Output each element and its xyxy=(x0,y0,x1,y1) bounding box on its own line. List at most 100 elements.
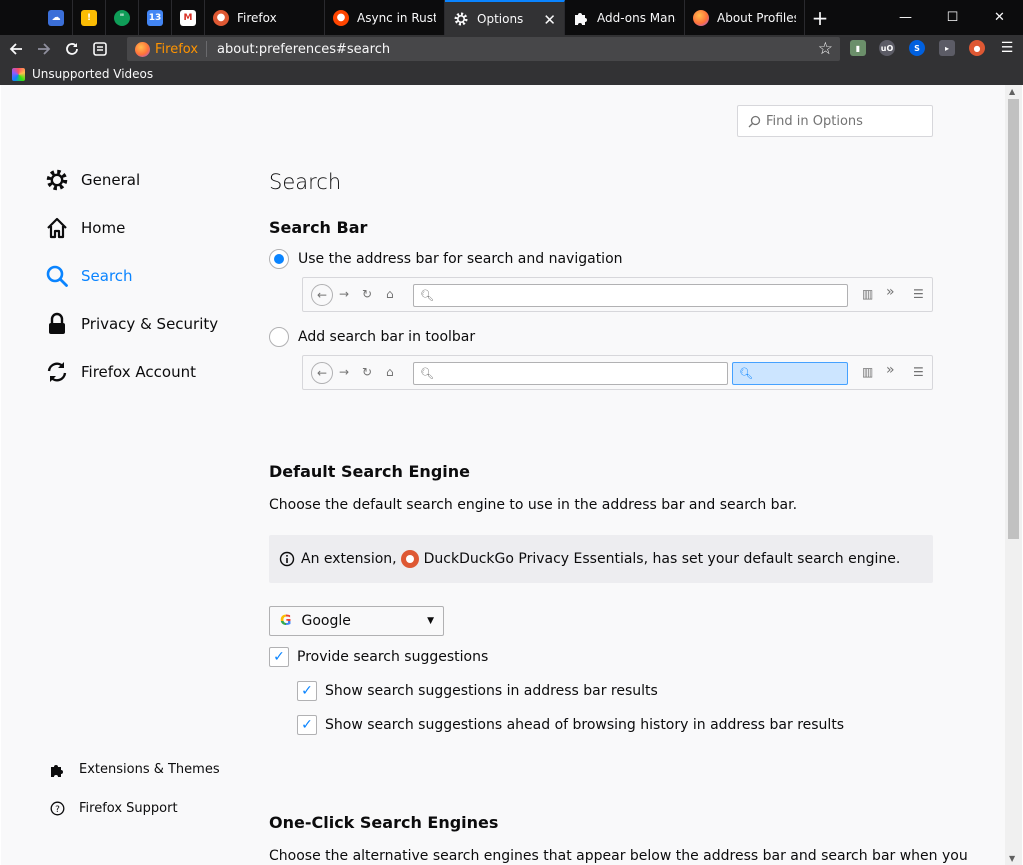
extensions-themes-link[interactable]: Extensions & Themes xyxy=(49,762,220,777)
pinned-tab-keep[interactable]: ! xyxy=(73,0,106,35)
find-placeholder: Find in Options xyxy=(766,113,863,129)
sidebar-button[interactable] xyxy=(86,35,114,63)
page-scrollbar[interactable]: ▲ ▼ xyxy=(1005,85,1022,865)
category-search[interactable]: Search xyxy=(45,264,133,288)
tab-strip: ☁ ! " 13 M ● Firefox ● Async in Rust, Op… xyxy=(0,0,1023,35)
calendar-icon: 13 xyxy=(147,9,163,26)
notice-prefix: An extension, xyxy=(301,551,397,567)
library-icon xyxy=(93,42,107,56)
firefox-icon xyxy=(135,41,150,57)
scroll-down-arrow-icon[interactable]: ▼ xyxy=(1009,854,1015,863)
default-search-engine-description: Choose the default search engine to use … xyxy=(269,497,798,513)
bookmark-unsupported-videos[interactable]: Unsupported Videos xyxy=(32,67,153,81)
notice-suffix: , has set your default search engine. xyxy=(643,551,901,567)
menu-icon: ☰ xyxy=(913,365,924,379)
keep-icon: ! xyxy=(81,9,97,26)
reload-button[interactable] xyxy=(58,35,86,63)
forward-button[interactable] xyxy=(30,35,58,63)
reload-icon xyxy=(66,43,78,55)
search-bar-preview: ← → ↻ ⌂ 🔍︎ 🔍︎ ▥ » ☰ xyxy=(302,355,933,390)
pinned-tab-gmail[interactable]: M xyxy=(172,0,205,35)
category-general[interactable]: General xyxy=(45,168,140,192)
gmail-icon: M xyxy=(180,9,196,26)
preview-url-field: 🔍︎ xyxy=(413,284,848,307)
tab-label: Async in Rust, xyxy=(357,10,436,25)
checkbox-label: Show search suggestions in address bar r… xyxy=(325,683,658,699)
one-click-engines-heading: One-Click Search Engines xyxy=(269,813,499,832)
tab-firefox[interactable]: ● Firefox xyxy=(205,0,325,35)
tab-async-in-rust[interactable]: ● Async in Rust, xyxy=(325,0,445,35)
tab-about-profiles[interactable]: About Profiles xyxy=(685,0,805,35)
tab-addons-manager[interactable]: Add-ons Mana xyxy=(565,0,685,35)
maximize-button[interactable]: ☐ xyxy=(929,0,976,35)
home-icon: ⌂ xyxy=(386,287,394,301)
default-engine-dropdown[interactable]: G Google ▼ xyxy=(269,606,444,636)
radio-address-bar[interactable]: Use the address bar for search and navig… xyxy=(269,249,623,269)
menu-icon[interactable]: ☰ xyxy=(999,40,1015,56)
minimize-button[interactable]: — xyxy=(882,0,929,35)
pinned-tab-hangouts[interactable]: " xyxy=(106,0,139,35)
search-bar-heading: Search Bar xyxy=(269,218,368,237)
back-arrow-icon: ← xyxy=(311,362,333,384)
bookmark-star-icon[interactable]: ☆ xyxy=(818,39,833,59)
duckduckgo-extension-icon[interactable]: ● xyxy=(969,40,985,56)
category-firefox-account[interactable]: Firefox Account xyxy=(45,360,196,384)
preferences-page: Find in Options General Home Search Priv… xyxy=(1,85,1005,865)
radio-label: Use the address bar for search and navig… xyxy=(298,251,623,267)
svg-text:?: ? xyxy=(55,805,60,815)
close-tab-icon[interactable]: ✕ xyxy=(543,11,556,29)
forward-arrow-icon: → xyxy=(339,287,350,301)
sync-icon xyxy=(47,362,67,382)
dropdown-arrow-icon: ▼ xyxy=(427,616,434,626)
pinned-tab-onedrive[interactable]: ☁ xyxy=(40,0,73,35)
bookmarks-toolbar: Unsupported Videos xyxy=(0,63,1023,85)
address-bar-suggestions-checkbox[interactable]: ✓ Show search suggestions in address bar… xyxy=(297,681,658,701)
new-tab-button[interactable]: + xyxy=(805,0,835,35)
back-arrow-icon: ← xyxy=(311,284,333,306)
hangouts-icon: " xyxy=(114,9,130,26)
overflow-icon: » xyxy=(886,362,895,378)
tab-label: Options xyxy=(477,11,524,26)
scrollbar-thumb[interactable] xyxy=(1008,99,1019,539)
provide-suggestions-checkbox[interactable]: ✓ Provide search suggestions xyxy=(269,647,488,667)
suggestions-ahead-history-checkbox[interactable]: ✓ Show search suggestions ahead of brows… xyxy=(297,715,844,735)
category-privacy-security[interactable]: Privacy & Security xyxy=(45,312,218,336)
scroll-up-arrow-icon[interactable]: ▲ xyxy=(1009,87,1015,96)
firefox-support-link[interactable]: ? Firefox Support xyxy=(49,801,178,816)
find-in-options-input[interactable]: Find in Options xyxy=(737,105,933,137)
google-icon: G xyxy=(280,613,292,629)
identity-box[interactable]: Firefox xyxy=(127,41,208,57)
home-icon xyxy=(47,217,67,239)
lock-icon xyxy=(49,312,65,334)
pinwheel-icon xyxy=(12,67,25,81)
puzzle-icon xyxy=(49,763,65,777)
s-extension-icon[interactable]: S xyxy=(909,40,925,56)
gear-icon xyxy=(453,11,469,27)
tab-label: About Profiles xyxy=(717,10,796,25)
url-text[interactable]: about:preferences#search xyxy=(207,42,390,57)
sidebar-icon: ▥ xyxy=(862,365,874,379)
checkbox-label: Show search suggestions ahead of browsin… xyxy=(325,717,845,733)
window-controls: — ☐ ✕ xyxy=(882,0,1023,35)
radio-unselected-indicator xyxy=(269,327,289,347)
sidebar-icon: ▥ xyxy=(862,287,874,301)
one-click-engines-description: Choose the alternative search engines th… xyxy=(269,848,968,864)
checkmark-icon: ✓ xyxy=(297,715,317,735)
pinned-tab-calendar[interactable]: 13 xyxy=(139,0,172,35)
tab-strip-spacer xyxy=(0,0,40,35)
close-window-button[interactable]: ✕ xyxy=(976,0,1023,35)
tab-options[interactable]: Options ✕ xyxy=(445,0,565,35)
puzzle-icon xyxy=(573,10,589,26)
category-home[interactable]: Home xyxy=(45,216,125,240)
back-button[interactable] xyxy=(2,35,30,63)
url-bar[interactable]: Firefox about:preferences#search ☆ xyxy=(127,37,840,61)
bottle-extension-icon[interactable]: ▮ xyxy=(850,40,866,56)
forward-arrow-icon: → xyxy=(339,365,350,379)
radio-toolbar-search-bar[interactable]: Add search bar in toolbar xyxy=(269,327,475,347)
search-icon: 🔍︎ xyxy=(739,367,753,380)
category-label: Search xyxy=(81,267,133,285)
ublock-origin-icon[interactable]: uO xyxy=(879,40,895,56)
category-label: General xyxy=(81,171,141,189)
video-extension-icon[interactable]: ▸ xyxy=(939,40,955,56)
category-label: Privacy & Security xyxy=(81,315,219,333)
